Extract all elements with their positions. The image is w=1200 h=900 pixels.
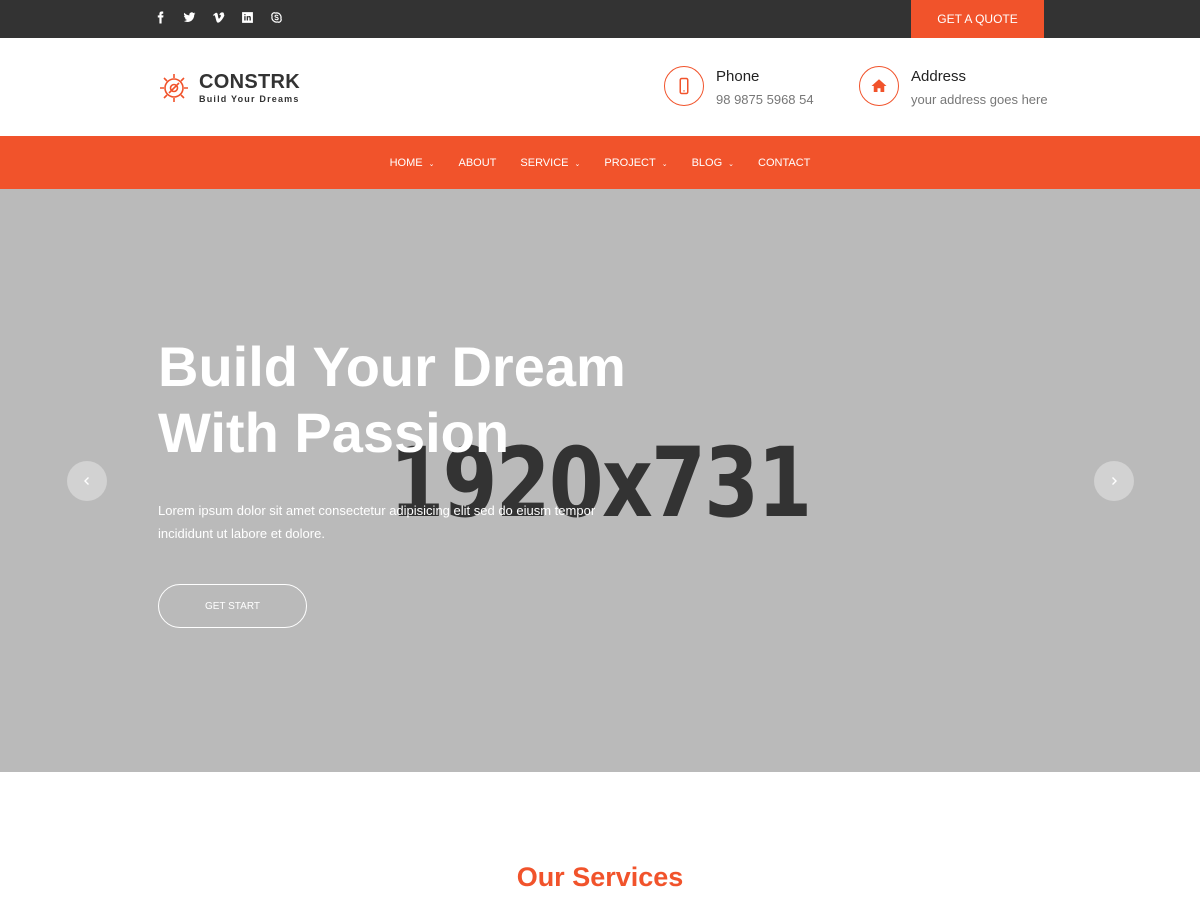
twitter-icon[interactable] — [183, 11, 212, 27]
nav-item-label: CONTACT — [758, 156, 811, 169]
nav-item-home[interactable]: HOME ⌄ — [390, 157, 435, 169]
hero-description-line: incididunt ut labore et dolore. — [158, 526, 325, 541]
nav-item-label: PROJECT — [604, 156, 656, 169]
home-icon — [859, 66, 899, 106]
logo-tagline: Build Your Dreams — [199, 94, 300, 104]
chevron-down-icon: ⌄ — [661, 160, 668, 168]
hero-title-line: Build Your Dream — [158, 335, 626, 398]
get-a-quote-button[interactable]: GET A QUOTE — [911, 0, 1044, 38]
slider-next-arrow-icon[interactable] — [1094, 461, 1134, 501]
address-info: Address your address goes here — [859, 66, 1048, 107]
site-header: CONSTRK Build Your Dreams Phone 98 9875 … — [0, 38, 1200, 136]
get-start-button[interactable]: GET START — [158, 584, 307, 628]
nav-item-contact[interactable]: CONTACT — [758, 157, 810, 169]
skype-icon[interactable] — [270, 11, 299, 27]
nav-item-blog[interactable]: BLOG ⌄ — [692, 157, 734, 169]
linkedin-icon[interactable] — [241, 11, 270, 27]
hero-title-line: With Passion — [158, 401, 510, 464]
main-nav: HOME ⌄ ABOUT SERVICE ⌄ PROJECT ⌄ BLOG ⌄ … — [0, 136, 1200, 189]
phone-icon — [664, 66, 704, 106]
nav-item-label: SERVICE — [520, 156, 569, 169]
address-value: your address goes here — [911, 92, 1048, 107]
vimeo-icon[interactable] — [212, 11, 241, 27]
hero-description-line: Lorem ipsum dolor sit amet consectetur a… — [158, 503, 596, 518]
top-bar: GET A QUOTE — [0, 0, 1200, 38]
address-title: Address — [911, 68, 967, 85]
logo-name: CONSTRK — [199, 71, 300, 93]
nav-item-label: HOME — [389, 156, 423, 169]
logo[interactable]: CONSTRK Build Your Dreams — [157, 71, 300, 105]
services-section-title: Our Services — [516, 862, 684, 892]
hero-slider: 1920x731 Build Your Dream With Passion L… — [0, 189, 1200, 772]
phone-title: Phone — [716, 68, 760, 85]
gear-wrench-logo-icon — [160, 74, 188, 102]
chevron-down-icon: ⌄ — [574, 160, 581, 168]
nav-item-about[interactable]: ABOUT — [458, 157, 496, 169]
hero-description: Lorem ipsum dolor sit amet consectetur a… — [158, 499, 618, 545]
slider-prev-arrow-icon[interactable] — [67, 461, 107, 501]
phone-number: 98 9875 5968 54 — [716, 92, 814, 107]
chevron-down-icon: ⌄ — [428, 160, 435, 168]
nav-item-service[interactable]: SERVICE ⌄ — [520, 157, 580, 169]
nav-item-label: ABOUT — [458, 156, 497, 169]
nav-item-project[interactable]: PROJECT ⌄ — [604, 157, 667, 169]
phone-info: Phone 98 9875 5968 54 — [664, 66, 814, 107]
social-links — [154, 11, 299, 27]
hero-title: Build Your Dream With Passion — [158, 334, 678, 466]
nav-item-label: BLOG — [691, 156, 723, 169]
chevron-down-icon: ⌄ — [728, 160, 735, 168]
facebook-icon[interactable] — [154, 11, 183, 27]
